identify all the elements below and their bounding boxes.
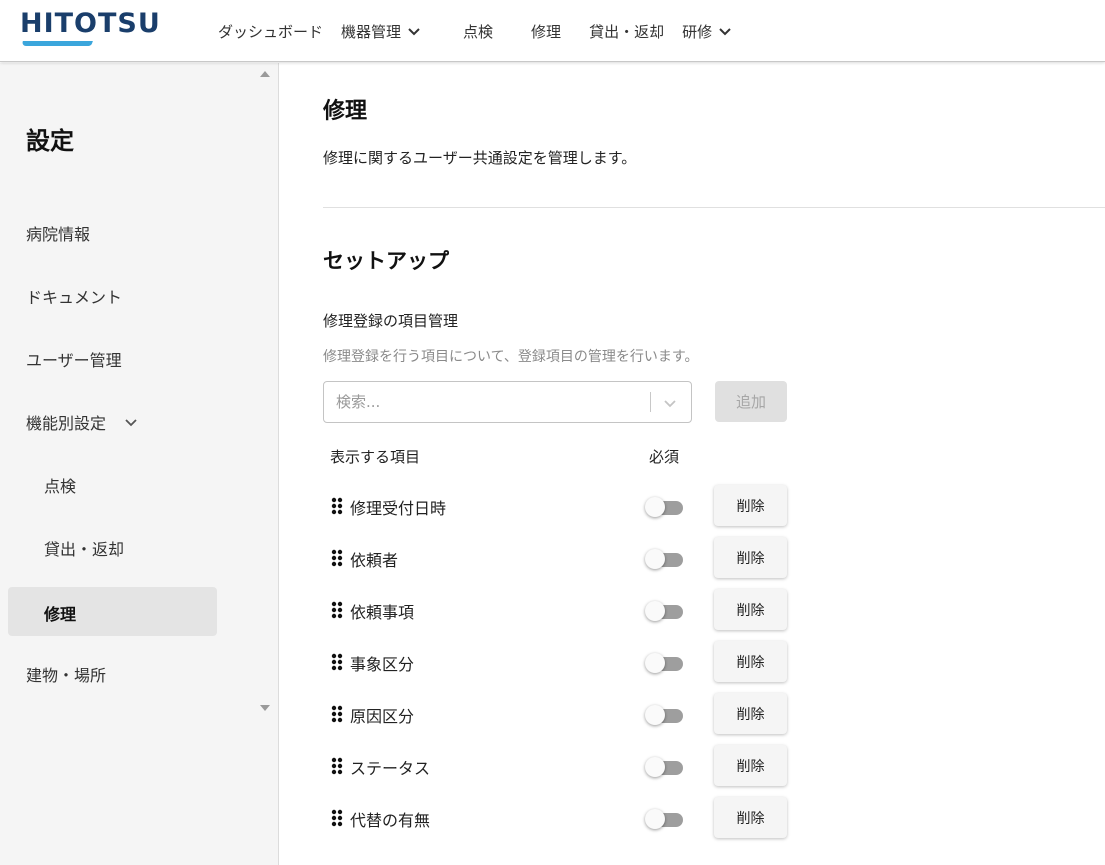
list-item: 依頼事項 削除 xyxy=(323,589,793,631)
list-item: 依頼者 削除 xyxy=(323,537,793,579)
sidebar-item-feature-settings[interactable]: 機能別設定 xyxy=(26,410,138,434)
delete-button[interactable]: 削除 xyxy=(714,693,787,734)
item-label: 依頼事項 xyxy=(350,603,415,622)
item-label: 原因区分 xyxy=(350,707,415,726)
toggle-thumb xyxy=(645,705,665,725)
nav-repair[interactable]: 修理 xyxy=(531,0,561,62)
required-toggle[interactable] xyxy=(645,547,689,569)
list-item: 事象区分 削除 xyxy=(323,641,793,683)
drag-handle-icon[interactable] xyxy=(331,601,343,619)
logo-swoosh xyxy=(21,41,93,46)
delete-button[interactable]: 削除 xyxy=(714,797,787,838)
item-label: ステータス xyxy=(350,759,431,778)
toggle-thumb xyxy=(645,497,665,517)
sidebar-item-label: 修理 xyxy=(44,605,77,624)
drag-handle-icon[interactable] xyxy=(331,705,343,723)
sidebar-item-label: ユーザー管理 xyxy=(26,351,122,370)
item-search-select[interactable] xyxy=(323,381,692,423)
list-item: 代替の有無 削除 xyxy=(323,797,793,839)
sidebar-item-label: 機能別設定 xyxy=(26,414,107,433)
list-item: 修理受付日時 削除 xyxy=(323,485,793,527)
item-label: 事象区分 xyxy=(350,655,415,674)
sidebar-item-buildings[interactable]: 建物・場所 xyxy=(26,662,106,686)
nav-equipment[interactable]: 機器管理 xyxy=(341,0,421,62)
page-title: 修理 xyxy=(323,99,368,124)
drag-handle-icon[interactable] xyxy=(331,809,343,827)
delete-button[interactable]: 削除 xyxy=(714,589,787,630)
sidebar-item-label: 建物・場所 xyxy=(26,666,107,685)
delete-button[interactable]: 削除 xyxy=(714,537,787,578)
select-separator xyxy=(650,392,651,412)
drag-handle-icon[interactable] xyxy=(331,549,343,567)
chevron-down-icon[interactable] xyxy=(662,395,678,411)
nav-label: 貸出・返却 xyxy=(589,22,665,41)
top-header: HITOTSU ダッシュボード 機器管理 点検 修理 貸出・返却 研修 xyxy=(0,0,1105,62)
settings-sidebar: 設定 病院情報 ドキュメント ユーザー管理 機能別設定 点検 貸出・返却 修理 … xyxy=(0,63,279,865)
sidebar-item-documents[interactable]: ドキュメント xyxy=(26,284,122,308)
sidebar-item-label: 貸出・返却 xyxy=(44,540,125,559)
sidebar-item-label: 点検 xyxy=(44,477,77,496)
scroll-up-arrow-icon[interactable] xyxy=(260,71,270,77)
column-header-required: 必須 xyxy=(649,448,680,466)
hitotsu-logo[interactable]: HITOTSU xyxy=(20,8,160,50)
column-header-item: 表示する項目 xyxy=(330,448,421,466)
search-input[interactable] xyxy=(325,383,645,421)
required-toggle[interactable] xyxy=(645,599,689,621)
chevron-down-icon xyxy=(125,419,137,427)
sidebar-item-hospital-info[interactable]: 病院情報 xyxy=(26,221,90,245)
delete-button[interactable]: 削除 xyxy=(714,641,787,682)
list-item: ステータス 削除 xyxy=(323,745,793,787)
delete-button[interactable]: 削除 xyxy=(714,485,787,526)
main-nav: ダッシュボード 機器管理 点検 修理 貸出・返却 研修 xyxy=(218,0,732,62)
nav-label: 機器管理 xyxy=(341,22,402,41)
nav-label: ダッシュボード xyxy=(218,22,324,41)
scroll-down-arrow-icon[interactable] xyxy=(260,705,270,711)
section-title: セットアップ xyxy=(323,249,449,273)
logo-text: HITOTSU xyxy=(20,8,161,39)
drag-handle-icon[interactable] xyxy=(331,757,343,775)
nav-training[interactable]: 研修 xyxy=(682,0,732,62)
nav-lending[interactable]: 貸出・返却 xyxy=(589,0,664,62)
sidebar-item-label: ドキュメント xyxy=(26,288,123,307)
toggle-thumb xyxy=(645,653,665,673)
sidebar-item-user-management[interactable]: ユーザー管理 xyxy=(26,347,122,371)
sidebar-item-lending[interactable]: 貸出・返却 xyxy=(44,536,124,560)
required-toggle[interactable] xyxy=(645,495,689,517)
page-description: 修理に関するユーザー共通設定を管理します。 xyxy=(323,149,637,167)
nav-label: 研修 xyxy=(682,22,713,41)
sidebar-title: 設定 xyxy=(26,127,74,155)
drag-handle-icon[interactable] xyxy=(331,653,343,671)
subsection-title: 修理登録の項目管理 xyxy=(323,312,459,330)
add-button[interactable]: 追加 xyxy=(715,381,787,422)
required-toggle[interactable] xyxy=(645,755,689,777)
chevron-down-icon xyxy=(719,28,731,36)
sidebar-item-inspection[interactable]: 点検 xyxy=(44,473,76,497)
toggle-thumb xyxy=(645,809,665,829)
list-item: 原因区分 削除 xyxy=(323,693,793,735)
delete-button[interactable]: 削除 xyxy=(714,745,787,786)
item-label: 修理受付日時 xyxy=(350,499,447,518)
chevron-down-icon xyxy=(408,28,420,36)
sidebar-item-repair[interactable] xyxy=(8,587,217,636)
item-label: 代替の有無 xyxy=(350,811,431,830)
required-toggle[interactable] xyxy=(645,807,689,829)
sidebar-item-label: 病院情報 xyxy=(26,225,91,244)
nav-dashboard[interactable]: ダッシュボード xyxy=(218,0,323,62)
required-toggle[interactable] xyxy=(645,651,689,673)
section-divider xyxy=(323,207,1105,208)
drag-handle-icon[interactable] xyxy=(331,497,343,515)
toggle-thumb xyxy=(645,549,665,569)
required-toggle[interactable] xyxy=(645,703,689,725)
nav-inspection[interactable]: 点検 xyxy=(463,0,493,62)
toggle-thumb xyxy=(645,601,665,621)
nav-label: 修理 xyxy=(531,22,562,41)
item-label: 依頼者 xyxy=(350,551,399,570)
main-content: 修理 修理に関するユーザー共通設定を管理します。 セットアップ 修理登録の項目管… xyxy=(279,63,1105,865)
toggle-thumb xyxy=(645,757,665,777)
nav-label: 点検 xyxy=(463,22,494,41)
subsection-description: 修理登録を行う項目について、登録項目の管理を行います。 xyxy=(323,349,699,365)
